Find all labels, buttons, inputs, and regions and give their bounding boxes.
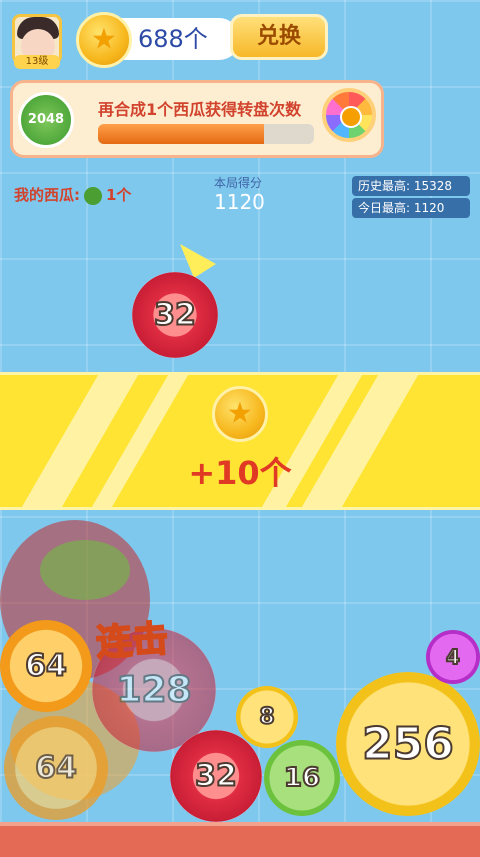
history-best: 历史最高: 15328: [352, 176, 470, 196]
fruit-value: 128: [115, 669, 192, 712]
fruit-value: 256: [361, 718, 455, 771]
game-floor: [0, 822, 480, 857]
fruit-32: 32: [170, 730, 262, 822]
score-value: 1120: [214, 190, 265, 214]
fruit-value: 4: [445, 644, 461, 670]
drop-fruit-value: 32: [153, 297, 197, 334]
drop-fruit[interactable]: 32: [132, 272, 218, 358]
lucky-wheel-button[interactable]: [322, 88, 376, 142]
watermelon-label: 2048: [27, 112, 65, 127]
progress-fill: [98, 124, 265, 144]
fruit-value: 64: [24, 648, 68, 685]
star-icon: ★: [90, 21, 118, 57]
player-level-badge: 13级: [14, 55, 60, 69]
reward-coin-icon: ★: [212, 386, 268, 442]
fruit-8: 8: [236, 686, 298, 748]
fruit-256: 256: [336, 672, 480, 816]
wheel-center-icon: [340, 106, 362, 128]
fruit-4: 4: [426, 630, 480, 684]
fruit-value: 64: [34, 750, 78, 787]
fruit-value: 32: [194, 758, 238, 795]
progress-bar: [98, 124, 314, 144]
fruit-64: 64: [0, 620, 92, 712]
score-label: 本局得分: [214, 176, 263, 190]
fruit-value: 16: [283, 762, 321, 794]
combo-text: 连击: [94, 618, 171, 666]
star-icon: ★: [226, 395, 254, 431]
fruit-64: 64: [4, 716, 108, 820]
coin-icon: ★: [76, 12, 132, 68]
juice-splash: [40, 540, 130, 600]
reward-text: +10个: [188, 454, 292, 492]
progress-title: 再合成1个西瓜获得转盘次数: [98, 100, 302, 119]
coin-count: 688个: [138, 25, 208, 53]
fruit-16: 16: [264, 740, 340, 816]
watermelon-small-icon: [84, 186, 102, 205]
my-watermelon-label: 我的西瓜:: [14, 186, 80, 204]
my-watermelon: 我的西瓜: 1个: [14, 184, 131, 205]
fruit-value: 8: [258, 704, 275, 731]
my-watermelon-count: 1个: [106, 186, 132, 204]
exchange-button[interactable]: 兑换: [230, 14, 328, 60]
today-best: 今日最高: 1120: [352, 198, 470, 218]
